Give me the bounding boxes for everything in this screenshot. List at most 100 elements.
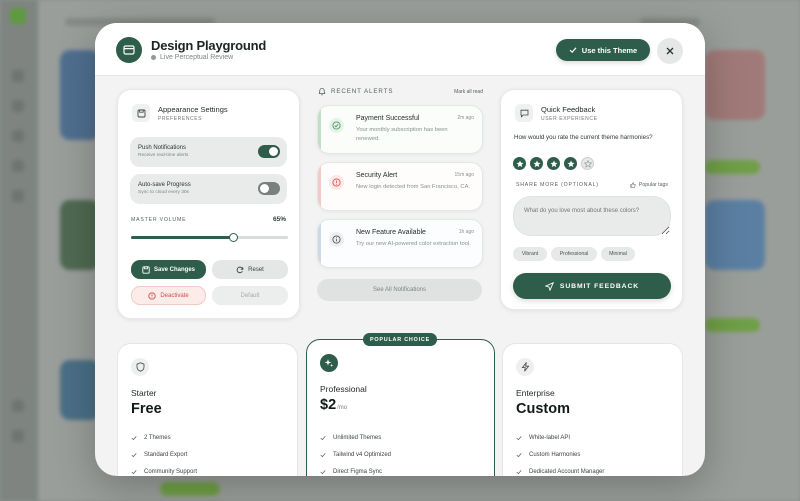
alert-new-feature[interactable]: New Feature Available 1h ago Try our new… bbox=[317, 219, 483, 268]
plan-feature: White-label API bbox=[516, 435, 570, 441]
info-circle-icon bbox=[329, 232, 344, 247]
check-icon bbox=[131, 436, 137, 441]
lightning-icon bbox=[516, 358, 534, 376]
background-nav-item bbox=[12, 100, 24, 112]
check-icon bbox=[131, 470, 137, 475]
push-notifications-sub: Receive real-time alerts bbox=[138, 153, 189, 158]
save-changes-button[interactable]: Save Changes bbox=[131, 260, 206, 279]
alert-circle-icon bbox=[148, 291, 156, 300]
default-button[interactable]: Default bbox=[212, 286, 288, 305]
tag-chip-vibrant[interactable]: Vibrant bbox=[513, 247, 547, 261]
quick-feedback-card: Quick Feedback USER EXPERIENCE How would… bbox=[500, 89, 683, 310]
subtitle-text: Live Perceptual Review bbox=[160, 54, 234, 61]
star-rating[interactable] bbox=[513, 157, 594, 170]
star-icon[interactable] bbox=[530, 157, 543, 170]
volume-slider-handle[interactable] bbox=[229, 233, 239, 242]
plan-feature: Direct Figma Sync bbox=[320, 469, 382, 475]
mark-all-read-link[interactable]: Mark all read bbox=[454, 89, 483, 95]
check-icon bbox=[516, 470, 522, 475]
plan-price: $2/mo bbox=[320, 397, 347, 413]
alert-accent-bar bbox=[318, 220, 321, 267]
autosave-title: Auto-save Progress bbox=[138, 182, 191, 188]
volume-slider[interactable] bbox=[131, 233, 288, 242]
alert-message: Try our new AI-powered color extraction … bbox=[356, 241, 471, 247]
feedback-tag: USER EXPERIENCE bbox=[541, 116, 598, 122]
design-playground-modal: Design Playground Live Perceptual Review… bbox=[95, 23, 705, 476]
close-button[interactable] bbox=[657, 38, 683, 64]
save-disk-icon bbox=[132, 104, 150, 122]
toggle-knob bbox=[260, 184, 269, 193]
alert-security[interactable]: Security Alert 15m ago New login detecte… bbox=[317, 162, 483, 211]
plan-price: Custom bbox=[516, 401, 571, 417]
plan-feature-text: Direct Figma Sync bbox=[333, 469, 383, 475]
appearance-tag: PREFERENCES bbox=[158, 116, 203, 122]
sparkles-icon bbox=[320, 354, 338, 372]
background-button bbox=[705, 160, 760, 174]
popular-tags-link[interactable]: Popular tags bbox=[630, 182, 668, 188]
live-status-dot bbox=[151, 55, 156, 60]
deactivate-button[interactable]: Deactivate bbox=[131, 286, 206, 305]
background-nav-item bbox=[12, 160, 24, 172]
autosave-row[interactable]: Auto-save Progress Sync to cloud every 3… bbox=[130, 174, 287, 204]
pricing-card-enterprise[interactable]: Enterprise Custom White-label API Custom… bbox=[502, 343, 683, 476]
submit-feedback-button[interactable]: SUBMIT FEEDBACK bbox=[513, 273, 671, 299]
plan-feature: Dedicated Account Manager bbox=[516, 469, 604, 475]
push-notifications-title: Push Notifications bbox=[138, 145, 187, 151]
background-nav-item bbox=[12, 400, 24, 412]
pricing-card-professional[interactable]: Professional $2/mo Unlimited Themes Tail… bbox=[306, 339, 495, 476]
check-icon bbox=[320, 436, 326, 441]
plan-feature-text: Custom Harmonies bbox=[529, 452, 581, 458]
alert-time: 1h ago bbox=[458, 229, 474, 235]
push-notifications-row[interactable]: Push Notifications Receive real-time ale… bbox=[130, 137, 287, 167]
refresh-icon bbox=[236, 266, 244, 273]
alert-accent-bar bbox=[318, 106, 321, 153]
background-nav-item bbox=[12, 70, 24, 82]
plan-feature: Standard Export bbox=[131, 452, 187, 458]
plan-price: Free bbox=[131, 401, 163, 417]
tag-chip-professional[interactable]: Professional bbox=[551, 247, 597, 261]
autosave-sub: Sync to cloud every 30s bbox=[138, 190, 189, 195]
see-all-notifications-button[interactable]: See All Notifications bbox=[317, 279, 482, 301]
pricing-card-starter[interactable]: Starter Free 2 Themes Standard Export Co… bbox=[117, 343, 298, 476]
browser-window-icon bbox=[116, 37, 142, 63]
star-icon[interactable] bbox=[513, 157, 526, 170]
star-empty-icon[interactable] bbox=[581, 157, 594, 170]
send-icon bbox=[544, 281, 554, 291]
toggle-knob bbox=[269, 147, 278, 156]
check-icon bbox=[320, 470, 326, 475]
plan-feature-text: Tailwind v4 Optimized bbox=[333, 452, 392, 458]
plan-feature-text: Community Support bbox=[144, 469, 198, 475]
plan-price-value: Free bbox=[131, 401, 162, 417]
plan-feature-text: Unlimited Themes bbox=[333, 435, 382, 441]
deactivate-label: Deactivate bbox=[160, 292, 189, 299]
alert-circle-icon bbox=[329, 175, 344, 190]
background-nav-item bbox=[12, 130, 24, 142]
alert-time: 15m ago bbox=[454, 172, 474, 178]
background-thumbnail bbox=[60, 50, 100, 140]
feedback-question: How would you rate the current theme har… bbox=[514, 134, 653, 141]
save-icon bbox=[142, 265, 150, 274]
tag-chip-minimal[interactable]: Minimal bbox=[601, 247, 635, 261]
alert-payment[interactable]: Payment Successful 2m ago Your monthly s… bbox=[317, 105, 483, 154]
push-notifications-toggle[interactable] bbox=[258, 145, 280, 158]
star-icon[interactable] bbox=[564, 157, 577, 170]
appearance-title: Appearance Settings bbox=[158, 105, 228, 114]
plan-feature-text: Dedicated Account Manager bbox=[529, 469, 605, 475]
use-theme-button[interactable]: Use this Theme bbox=[556, 39, 650, 61]
volume-label: MASTER VOLUME bbox=[131, 217, 187, 223]
autosave-toggle[interactable] bbox=[258, 182, 280, 195]
alert-title: Security Alert bbox=[356, 172, 398, 179]
reset-button[interactable]: Reset bbox=[212, 260, 288, 279]
plan-feature-text: 2 Themes bbox=[144, 435, 171, 441]
background-button bbox=[160, 482, 220, 496]
check-icon bbox=[516, 436, 522, 441]
background-button bbox=[705, 318, 760, 332]
star-icon[interactable] bbox=[547, 157, 560, 170]
plan-name: Starter bbox=[131, 388, 157, 398]
plan-feature-text: Standard Export bbox=[144, 452, 188, 458]
background-thumbnail bbox=[705, 50, 765, 120]
feedback-textarea[interactable] bbox=[513, 196, 671, 236]
feedback-title: Quick Feedback bbox=[541, 105, 596, 114]
check-icon bbox=[131, 453, 137, 458]
plan-feature: 2 Themes bbox=[131, 435, 171, 441]
